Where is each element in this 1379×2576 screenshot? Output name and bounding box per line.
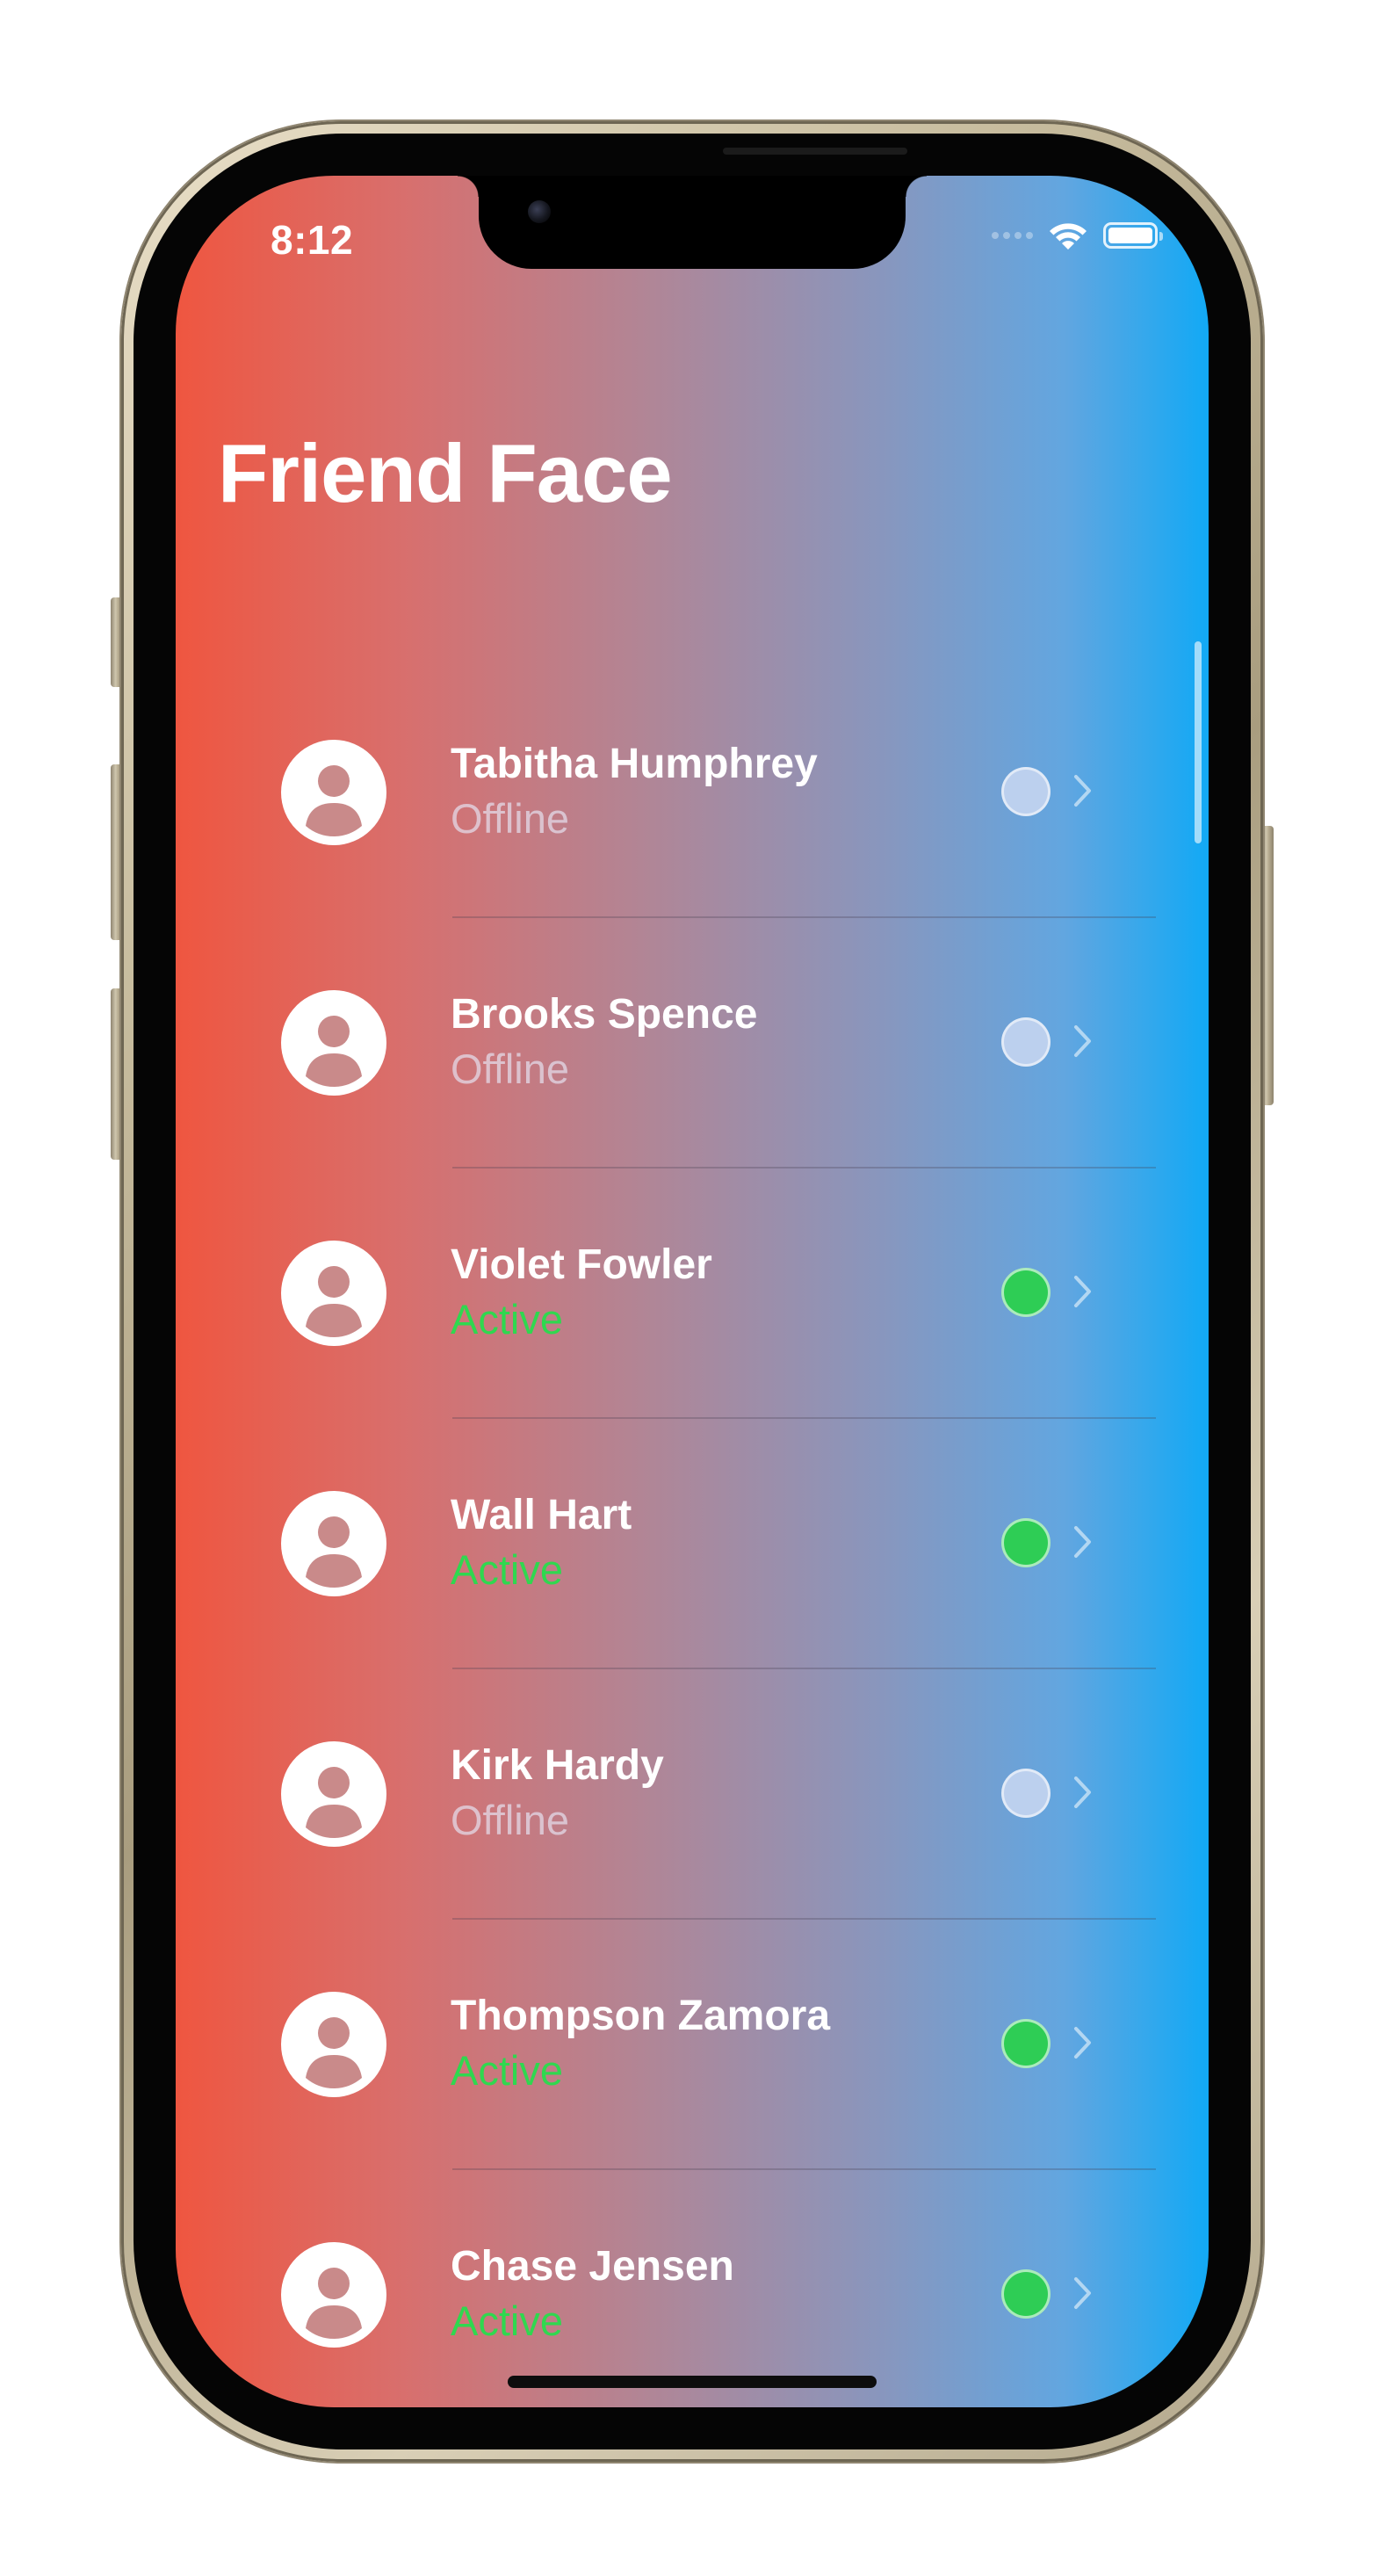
chevron-right-icon xyxy=(1074,2277,1091,2309)
status-indicator-dot xyxy=(1001,1769,1050,1818)
friend-status: Offline xyxy=(451,1797,569,1843)
status-indicator-dot xyxy=(1001,2269,1050,2319)
status-indicator-dot xyxy=(1001,1017,1050,1067)
friend-status: Active xyxy=(451,1546,563,1593)
friend-name: Brooks Spence xyxy=(451,991,758,1038)
home-indicator[interactable] xyxy=(508,2376,877,2388)
friend-row[interactable]: Thompson Zamora Active xyxy=(176,1920,1209,2170)
status-indicator-dot xyxy=(1001,1518,1050,1567)
friend-status: Active xyxy=(451,2047,563,2094)
friend-row[interactable]: Violet Fowler Active xyxy=(176,1169,1209,1419)
person-circle-icon xyxy=(281,1992,386,2097)
friend-row[interactable]: Tabitha Humphrey Offline xyxy=(176,668,1209,918)
friend-status: Offline xyxy=(451,1046,569,1092)
front-camera xyxy=(528,200,551,223)
friend-status: Active xyxy=(451,2297,563,2344)
friend-name: Chase Jensen xyxy=(451,2243,734,2290)
friend-row[interactable]: Brooks Spence Offline xyxy=(176,918,1209,1169)
friend-name: Kirk Hardy xyxy=(451,1742,664,1789)
earpiece-speaker xyxy=(723,148,907,155)
friend-status: Active xyxy=(451,1296,563,1342)
stage: 8:12 Friend Face Tabitha Humphrey Offlin… xyxy=(0,0,1379,2576)
status-indicator-dot xyxy=(1001,767,1050,816)
person-circle-icon xyxy=(281,2242,386,2348)
friend-status: Offline xyxy=(451,795,569,842)
cellular-signal-icon xyxy=(992,232,1033,239)
friend-row[interactable]: Chase Jensen Active xyxy=(176,2170,1209,2407)
battery-icon xyxy=(1103,222,1163,249)
person-circle-icon xyxy=(281,1741,386,1847)
chevron-right-icon xyxy=(1074,775,1091,807)
chevron-right-icon xyxy=(1074,1776,1091,1808)
phone-frame: 8:12 Friend Face Tabitha Humphrey Offlin… xyxy=(121,121,1263,2462)
status-indicator-dot xyxy=(1001,2019,1050,2068)
status-indicator-dot xyxy=(1001,1268,1050,1317)
friend-row[interactable]: Wall Hart Active xyxy=(176,1419,1209,1669)
status-time: 8:12 xyxy=(271,217,354,263)
friend-name: Violet Fowler xyxy=(451,1241,712,1288)
friend-name: Tabitha Humphrey xyxy=(451,741,818,787)
wifi-icon xyxy=(1050,223,1087,250)
page-title: Friend Face xyxy=(218,427,673,519)
person-circle-icon xyxy=(281,1241,386,1346)
friends-list: Tabitha Humphrey Offline Brooks Spence O… xyxy=(176,668,1209,2407)
person-circle-icon xyxy=(281,740,386,845)
status-indicators xyxy=(992,218,1163,253)
chevron-right-icon xyxy=(1074,1526,1091,1558)
notch xyxy=(458,176,927,269)
chevron-right-icon xyxy=(1074,2027,1091,2059)
friend-name: Thompson Zamora xyxy=(451,1993,831,2039)
chevron-right-icon xyxy=(1074,1025,1091,1057)
person-circle-icon xyxy=(281,1491,386,1596)
friend-row[interactable]: Kirk Hardy Offline xyxy=(176,1669,1209,1920)
chevron-right-icon xyxy=(1074,1276,1091,1307)
app-screen: 8:12 Friend Face Tabitha Humphrey Offlin… xyxy=(176,176,1209,2407)
friend-name: Wall Hart xyxy=(451,1492,632,1538)
person-circle-icon xyxy=(281,990,386,1096)
power-button xyxy=(1261,826,1274,1105)
